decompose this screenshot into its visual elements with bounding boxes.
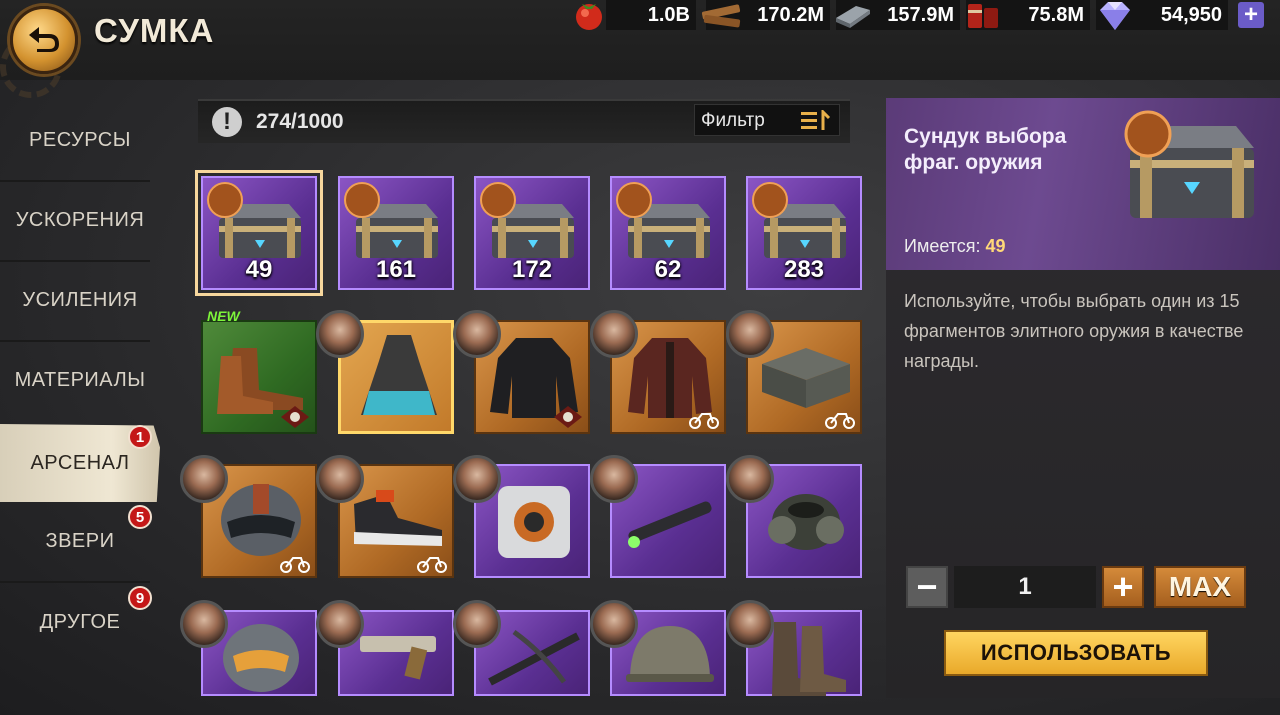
steel-icon [836,6,870,28]
item-owned-count: Имеется: 49 [904,236,1006,257]
hero-portrait-avatar [590,600,638,648]
gear-module-icon [498,486,570,558]
inventory-item-boots[interactable]: NEW [201,308,317,434]
bag-capacity-text: 274/1000 [256,110,344,133]
inventory-item-helmet-chest[interactable]: 161 [338,176,454,290]
item-detail-title: Сундук выбора фраг. оружия [904,125,1067,174]
gas-mask-icon [768,494,844,550]
sidebar-item-label: МАТЕРИАЛЫ [14,368,146,391]
hero-portrait-avatar [453,310,501,358]
motorcycle-role-icon [689,413,719,429]
sidebar-item-label: ЗВЕРИ [45,529,115,552]
sneakers-icon [354,490,442,546]
sidebar-item-boosts[interactable]: УСИЛЕНИЯ [0,261,160,339]
sidebar-item-materials[interactable]: МАТЕРИАЛЫ [0,341,160,419]
wood-icon [701,4,741,28]
motorcycle-role-icon [825,413,855,429]
hero-portrait-avatar [590,455,638,503]
hero-portrait-avatar [453,600,501,648]
item-detail-panel: Сундук выбора фраг. оружия Имеется: 49 И… [886,98,1280,698]
medal-role-icon [281,406,309,428]
medal-role-icon [554,406,582,428]
owned-label: Имеется: [904,236,981,256]
sidebar-item-label: ДРУГОЕ [39,610,121,633]
item-count: 283 [783,256,825,283]
inventory-item-weapon-chest[interactable]: 49 [195,170,323,296]
item-count: 49 [245,256,273,283]
sidebar-item-resources[interactable]: РЕСУРСЫ [0,101,160,179]
owned-value: 49 [985,236,1006,256]
hero-portrait-avatar [726,600,774,648]
sidebar-item-label: РЕСУРСЫ [29,128,131,151]
hero-portrait-avatar [316,600,364,648]
fuel-icon [968,4,998,28]
ammo-box-icon [762,348,850,408]
resource-fuel-value: 75.8M [1028,3,1084,26]
quantity-decrease-button[interactable] [906,566,948,608]
sidebar-item-label: УСКОРЕНИЯ [15,208,145,231]
gem-icon [1100,2,1130,30]
resource-food-value: 1.0B [647,3,690,26]
inventory-item-backpack-chest[interactable]: 62 [610,176,726,290]
resource-food[interactable]: 1.0B [606,0,696,30]
inventory-item-pants-chest[interactable]: 283 [746,176,862,290]
hero-portrait-avatar [316,310,364,358]
backpack-type-icon [616,182,652,218]
boots-icon [772,622,846,696]
back-arrow-icon [29,27,59,52]
top-bar: СУМКА 1.0B 170.2M 157.9M 75.8M 54,950 + [0,0,1280,98]
quantity-increase-button[interactable] [1102,566,1144,608]
resource-steel-value: 157.9M [887,3,954,26]
helmet-type-icon [344,182,380,218]
quantity-input[interactable]: 1 [954,566,1096,608]
motorcycle-role-icon [280,557,310,573]
sidebar-item-label: УСИЛЕНИЯ [22,288,138,311]
pants-type-icon [752,182,788,218]
max-quantity-button[interactable]: MAX [1154,566,1246,608]
weapon-type-icon [207,182,243,218]
notification-badge: 5 [128,505,152,529]
hero-portrait-avatar [590,310,638,358]
helmet-icon [223,624,299,692]
hero-portrait-avatar [726,455,774,503]
hero-portrait-avatar [180,600,228,648]
use-item-button[interactable]: ИСПОЛЬЗОВАТЬ [944,630,1208,676]
sidebar-item-speedups[interactable]: УСКОРЕНИЯ [0,181,160,259]
sort-icon [801,110,831,130]
cloak-icon [361,335,437,415]
item-detail-header: Сундук выбора фраг. оружия Имеется: 49 [886,98,1280,270]
tomato-icon [576,4,602,30]
pistol-icon [360,636,436,680]
back-button[interactable] [10,6,78,74]
buy-gems-button[interactable]: + [1238,2,1264,28]
resource-wood-value: 170.2M [757,3,824,26]
sidebar-item-label: АРСЕНАЛ [30,451,130,474]
hero-portrait-avatar [316,455,364,503]
hero-portrait-avatar [180,455,228,503]
hero-portrait-avatar [453,455,501,503]
hero-portrait-avatar [726,310,774,358]
chest-icon [1124,110,1254,218]
filter-button[interactable]: Фильтр [694,104,840,136]
notification-badge: 1 [128,425,152,449]
inventory-item-vest-chest[interactable]: 172 [474,176,590,290]
warning-icon: ! [212,107,242,137]
filter-label: Фильтр [701,110,765,131]
item-description: Используйте, чтобы выбрать один из 15 фр… [904,291,1244,371]
item-count: 172 [511,256,553,283]
item-count: 161 [375,256,417,283]
baton-icon [628,501,712,548]
resource-gems-value: 54,950 [1160,3,1222,26]
vest-type-icon [480,182,516,218]
new-tag: NEW [207,308,240,324]
notification-badge: 9 [128,586,152,610]
page-title: СУМКА [94,12,215,49]
motorcycle-role-icon [417,557,447,573]
item-count: 62 [654,256,682,283]
